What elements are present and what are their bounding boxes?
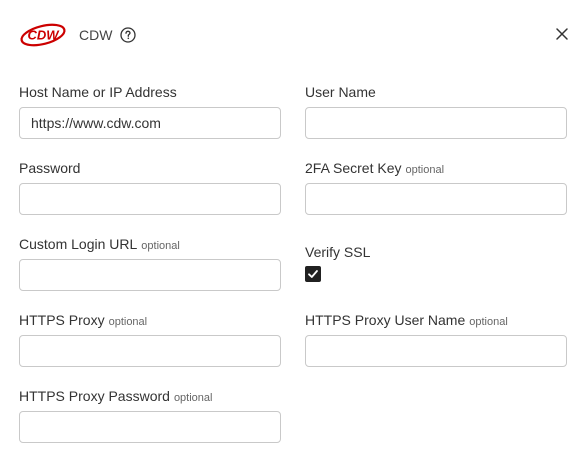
cdw-logo: CDW bbox=[20, 23, 66, 47]
proxy-password-field: HTTPS Proxy Password optional bbox=[19, 388, 281, 443]
custom-login-label: Custom Login URL optional bbox=[19, 236, 180, 252]
custom-login-input[interactable] bbox=[19, 259, 281, 291]
proxy-user-input[interactable] bbox=[305, 335, 567, 367]
host-label: Host Name or IP Address bbox=[19, 84, 177, 100]
verify-ssl-label: Verify SSL bbox=[305, 244, 371, 260]
optional-tag: optional bbox=[405, 164, 445, 176]
proxy-user-label-text: HTTPS Proxy User Name bbox=[305, 312, 466, 328]
proxy-password-input[interactable] bbox=[19, 411, 281, 443]
username-field: User Name bbox=[305, 84, 567, 139]
username-label: User Name bbox=[305, 84, 376, 100]
optional-tag: optional bbox=[108, 316, 148, 328]
check-icon bbox=[308, 270, 318, 278]
help-circle-icon[interactable] bbox=[120, 27, 137, 43]
connection-dialog: CDW CDW Host Name or IP Address User Nam… bbox=[0, 0, 588, 452]
custom-login-label-text: Custom Login URL bbox=[19, 236, 138, 252]
optional-tag: optional bbox=[173, 392, 213, 404]
twofa-field: 2FA Secret Key optional bbox=[305, 160, 567, 215]
dialog-title: CDW bbox=[79, 27, 113, 43]
twofa-label-text: 2FA Secret Key bbox=[305, 160, 402, 176]
host-field: Host Name or IP Address bbox=[19, 84, 281, 139]
proxy-user-label: HTTPS Proxy User Name optional bbox=[305, 312, 508, 328]
host-input[interactable] bbox=[19, 107, 281, 139]
password-input[interactable] bbox=[19, 183, 281, 215]
optional-tag: optional bbox=[141, 240, 180, 252]
https-proxy-input[interactable] bbox=[19, 335, 281, 367]
proxy-password-label: HTTPS Proxy Password optional bbox=[19, 388, 212, 404]
twofa-label: 2FA Secret Key optional bbox=[305, 160, 444, 176]
https-proxy-field: HTTPS Proxy optional bbox=[19, 312, 281, 367]
custom-login-field: Custom Login URL optional bbox=[19, 236, 281, 291]
https-proxy-label: HTTPS Proxy optional bbox=[19, 312, 147, 328]
proxy-user-field: HTTPS Proxy User Name optional bbox=[305, 312, 567, 367]
password-field: Password bbox=[19, 160, 281, 215]
svg-text:CDW: CDW bbox=[27, 28, 60, 43]
verify-ssl-checkbox[interactable] bbox=[305, 266, 321, 282]
dialog-header: CDW CDW bbox=[19, 20, 569, 50]
proxy-password-label-text: HTTPS Proxy Password bbox=[19, 388, 170, 404]
password-label: Password bbox=[19, 160, 81, 176]
optional-tag: optional bbox=[469, 316, 508, 328]
twofa-input[interactable] bbox=[305, 183, 567, 215]
verify-ssl-field: Verify SSL bbox=[305, 244, 371, 282]
close-icon[interactable] bbox=[555, 27, 569, 41]
username-input[interactable] bbox=[305, 107, 567, 139]
https-proxy-label-text: HTTPS Proxy bbox=[19, 312, 105, 328]
